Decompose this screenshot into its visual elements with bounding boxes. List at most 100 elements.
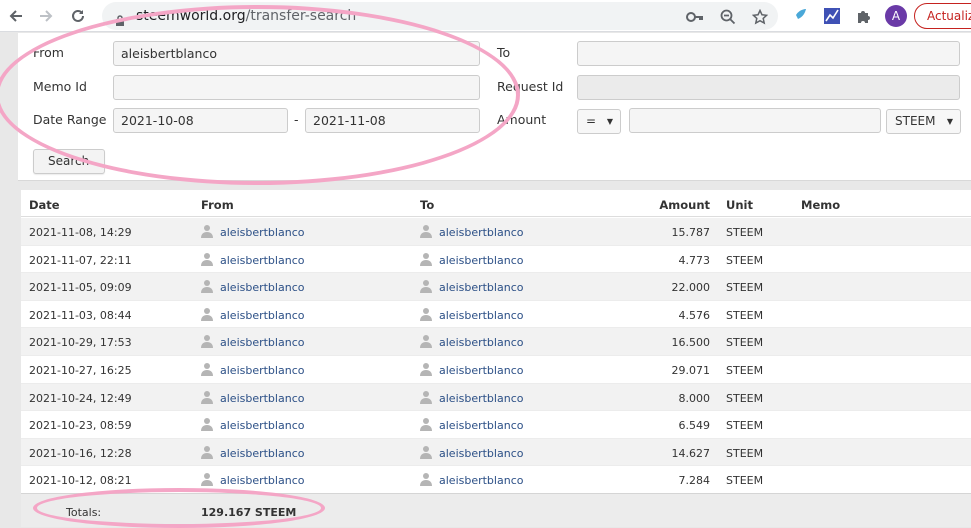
user-icon bbox=[201, 390, 213, 404]
row-amount: 14.627 bbox=[671, 446, 711, 460]
row-amount: 29.071 bbox=[671, 364, 711, 377]
row-from-link[interactable]: aleisbertblanco bbox=[220, 364, 304, 377]
from-input[interactable]: aleisbertblanco bbox=[113, 41, 480, 66]
table-row: 2021-10-24, 12:49 aleisbertblanco aleisber… bbox=[21, 383, 971, 412]
reload-icon[interactable] bbox=[66, 4, 90, 28]
row-from-link[interactable]: aleisbertblanco bbox=[220, 226, 304, 239]
column-header-amount: Amount bbox=[659, 198, 710, 212]
row-amount: 16.500 bbox=[671, 336, 711, 350]
amount-operator-value: = bbox=[586, 114, 597, 128]
row-from-link[interactable]: aleisbertblanco bbox=[220, 309, 304, 322]
row-date: 2021-11-05, 09:09 bbox=[29, 281, 132, 295]
user-icon bbox=[201, 307, 213, 321]
search-button[interactable]: Search bbox=[33, 149, 105, 174]
row-to-link[interactable]: aleisbertblanco bbox=[439, 392, 523, 405]
date-end-input[interactable]: 2021-11-08 bbox=[305, 108, 480, 133]
chevron-down-icon: ▼ bbox=[606, 117, 613, 126]
user-icon bbox=[201, 334, 213, 349]
row-to-link[interactable]: aleisbertblanco bbox=[439, 281, 523, 294]
date-range-label: Date Range bbox=[33, 112, 107, 127]
table-row: 2021-10-16, 12:28 aleisbertblanco aleisber… bbox=[21, 438, 971, 467]
row-unit: STEEM bbox=[726, 281, 764, 295]
row-to-link[interactable]: aleisbertblanco bbox=[439, 364, 523, 377]
row-unit: STEEM bbox=[726, 364, 764, 377]
row-unit: STEEM bbox=[726, 336, 764, 350]
table-row: 2021-11-05, 09:09 aleisbertblanco aleisber… bbox=[21, 273, 971, 301]
row-amount: 4.773 bbox=[678, 253, 711, 267]
table-row: 2021-10-12, 08:21 aleisbertblanco aleisber… bbox=[21, 466, 971, 494]
extension-feather-icon[interactable] bbox=[790, 6, 810, 26]
row-unit: STEEM bbox=[726, 391, 764, 405]
unit-value: STEEM bbox=[895, 114, 936, 128]
row-to-link[interactable]: aleisbertblanco bbox=[439, 254, 523, 267]
zoom-out-icon[interactable] bbox=[719, 8, 737, 26]
column-header-from: From bbox=[201, 198, 234, 212]
row-from-link[interactable]: aleisbertblanco bbox=[220, 474, 304, 487]
table-row: 2021-11-07, 22:11 aleisbertblanco aleisber… bbox=[21, 245, 971, 274]
row-from-link[interactable]: aleisbertblanco bbox=[220, 419, 304, 432]
row-amount: 7.284 bbox=[678, 474, 711, 488]
update-button[interactable]: Actualiza bbox=[914, 3, 971, 29]
row-date: 2021-10-23, 08:59 bbox=[29, 419, 132, 433]
unit-select[interactable]: STEEM ▼ bbox=[886, 109, 961, 134]
row-from-link[interactable]: aleisbertblanco bbox=[220, 336, 304, 349]
date-start-input[interactable]: 2021-10-08 bbox=[113, 108, 288, 133]
row-from-link[interactable]: aleisbertblanco bbox=[220, 392, 304, 405]
row-to-link[interactable]: aleisbertblanco bbox=[439, 336, 523, 349]
row-amount: 15.787 bbox=[671, 226, 711, 239]
row-from-link[interactable]: aleisbertblanco bbox=[220, 254, 304, 267]
row-to-link[interactable]: aleisbertblanco bbox=[439, 474, 523, 487]
row-unit: STEEM bbox=[726, 474, 764, 488]
column-header-to: To bbox=[420, 198, 435, 212]
row-date: 2021-11-08, 14:29 bbox=[29, 226, 132, 239]
lock-icon bbox=[115, 11, 125, 30]
table-row: 2021-10-23, 08:59 aleisbertblanco aleisber… bbox=[21, 411, 971, 439]
memo-id-input[interactable] bbox=[113, 75, 480, 100]
amount-operator-select[interactable]: = ▼ bbox=[577, 109, 621, 134]
row-to-link[interactable]: aleisbertblanco bbox=[439, 309, 523, 322]
amount-label: Amount bbox=[497, 112, 547, 127]
user-icon bbox=[201, 362, 213, 376]
user-icon bbox=[201, 224, 213, 238]
user-icon bbox=[420, 252, 432, 266]
star-icon[interactable] bbox=[751, 8, 769, 26]
profile-avatar[interactable]: A bbox=[885, 5, 907, 27]
table-row: 2021-11-08, 14:29 aleisbertblanco aleisber… bbox=[21, 218, 971, 246]
row-date: 2021-10-29, 17:53 bbox=[29, 336, 132, 350]
address-bar[interactable]: steemworld.org/transfer-search bbox=[102, 2, 778, 30]
table-row: 2021-10-27, 16:25 aleisbertblanco aleisber… bbox=[21, 356, 971, 384]
extension-chart-icon[interactable] bbox=[822, 6, 842, 26]
row-date: 2021-10-27, 16:25 bbox=[29, 364, 132, 377]
table-header: Date From To Amount Unit Memo bbox=[21, 190, 971, 217]
row-to-link[interactable]: aleisbertblanco bbox=[439, 226, 523, 239]
extensions-puzzle-icon[interactable] bbox=[854, 6, 874, 26]
user-icon bbox=[420, 417, 432, 432]
user-icon bbox=[420, 362, 432, 376]
row-amount: 4.576 bbox=[678, 308, 711, 322]
user-icon bbox=[201, 252, 213, 266]
row-date: 2021-10-12, 08:21 bbox=[29, 474, 132, 488]
transfer-search-form: From aleisbertblanco To Memo Id Request … bbox=[18, 33, 971, 181]
table-row: 2021-10-29, 17:53 aleisbertblanco aleisber… bbox=[21, 328, 971, 356]
to-label: To bbox=[497, 45, 511, 60]
date-separator: - bbox=[294, 112, 299, 127]
amount-input[interactable] bbox=[629, 108, 881, 133]
row-unit: STEEM bbox=[726, 419, 764, 433]
request-id-input[interactable] bbox=[577, 75, 960, 100]
back-arrow-icon[interactable] bbox=[4, 4, 28, 28]
forward-arrow-icon[interactable] bbox=[34, 4, 58, 28]
to-input[interactable] bbox=[577, 41, 960, 66]
row-from-link[interactable]: aleisbertblanco bbox=[220, 447, 304, 460]
browser-toolbar: steemworld.org/transfer-search A Actuali… bbox=[0, 0, 971, 32]
column-header-memo: Memo bbox=[801, 198, 841, 212]
row-from-link[interactable]: aleisbertblanco bbox=[220, 281, 304, 294]
totals-value: 129.167 STEEM bbox=[201, 506, 297, 519]
row-to-link[interactable]: aleisbertblanco bbox=[439, 419, 523, 432]
chevron-down-icon: ▼ bbox=[946, 117, 953, 126]
row-to-link[interactable]: aleisbertblanco bbox=[439, 447, 523, 460]
key-icon[interactable] bbox=[686, 8, 704, 26]
totals-label: Totals: bbox=[66, 506, 102, 519]
user-icon bbox=[420, 279, 432, 294]
user-icon bbox=[420, 390, 432, 404]
user-icon bbox=[420, 445, 432, 459]
